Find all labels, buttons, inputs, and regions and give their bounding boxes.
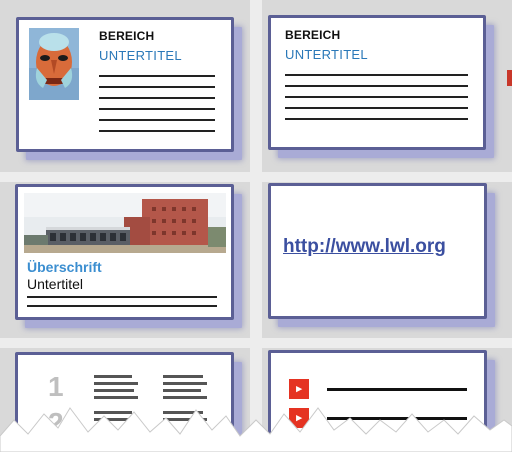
headline-text: Überschrift bbox=[27, 259, 102, 275]
text-line bbox=[99, 108, 215, 110]
subtitle-text: Untertitel bbox=[27, 276, 84, 292]
text-line bbox=[163, 375, 203, 378]
text-line bbox=[285, 118, 468, 120]
template-card-image-text[interactable]: BEREICH UNTERTITEL bbox=[16, 17, 234, 152]
section-label: BEREICH bbox=[99, 29, 155, 43]
mask-image bbox=[29, 28, 79, 100]
template-gallery: BEREICH UNTERTITEL BEREICH UNTERTITEL Üb… bbox=[0, 0, 512, 452]
text-line bbox=[99, 75, 215, 77]
subtitle-label: UNTERTITEL bbox=[99, 48, 182, 63]
text-line bbox=[285, 74, 468, 76]
text-line bbox=[285, 96, 468, 98]
edge-accent bbox=[507, 70, 512, 86]
text-line bbox=[163, 382, 207, 385]
text-line bbox=[99, 119, 215, 121]
text-line bbox=[99, 130, 215, 132]
text-line bbox=[94, 375, 132, 378]
gallery-divider bbox=[0, 338, 512, 348]
gallery-divider bbox=[0, 172, 512, 182]
text-line bbox=[27, 296, 217, 298]
torn-edge bbox=[0, 407, 512, 452]
text-line bbox=[99, 86, 215, 88]
text-line bbox=[285, 85, 468, 87]
section-label: BEREICH bbox=[285, 28, 341, 42]
template-card-headline[interactable]: Überschrift Untertitel bbox=[15, 184, 234, 320]
template-card-text[interactable]: BEREICH UNTERTITEL bbox=[268, 15, 486, 150]
text-line bbox=[285, 107, 468, 109]
text-line bbox=[99, 97, 215, 99]
subtitle-label: UNTERTITEL bbox=[285, 47, 368, 62]
building-image bbox=[24, 193, 226, 253]
text-line bbox=[94, 382, 138, 385]
text-line bbox=[27, 305, 217, 307]
template-card-link[interactable]: http://www.lwl.org bbox=[268, 183, 487, 319]
url-link[interactable]: http://www.lwl.org bbox=[283, 236, 446, 258]
gallery-divider bbox=[250, 0, 262, 452]
